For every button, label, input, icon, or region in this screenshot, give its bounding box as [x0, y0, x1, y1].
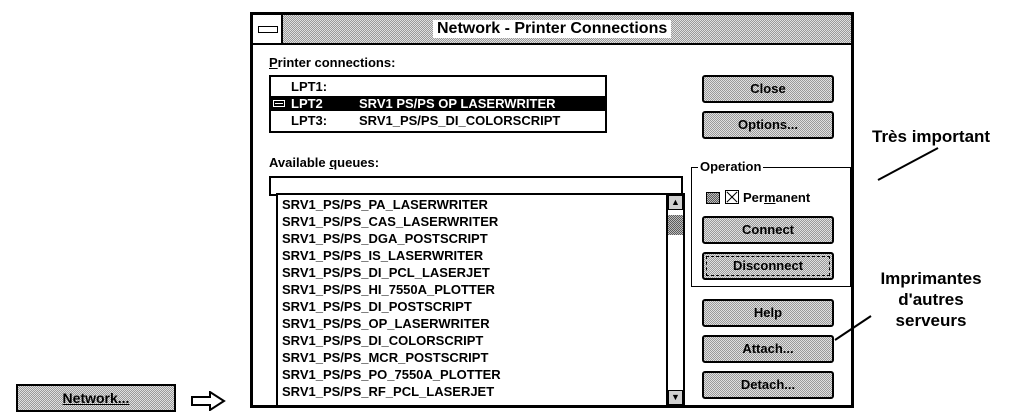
- detach-button[interactable]: Detach...: [702, 371, 834, 399]
- list-item[interactable]: SRV1_PS/PS_CAS_LASERWRITER: [282, 214, 498, 230]
- printer-connections-list[interactable]: LPT1: LPT2 SRV1 PS/PS OP LASERWRITER LPT…: [269, 75, 607, 133]
- list-item[interactable]: SRV1_PS/PS_DI_PCL_LASERJET: [282, 265, 490, 281]
- operation-group-title: Operation: [698, 159, 764, 174]
- connection-row[interactable]: LPT1:: [271, 79, 605, 94]
- scroll-down-icon[interactable]: ▼: [668, 390, 683, 405]
- scroll-up-icon[interactable]: ▲: [668, 195, 683, 210]
- list-item[interactable]: SRV1_PS/PS_HI_7550A_PLOTTER: [282, 282, 495, 298]
- close-button[interactable]: Close: [702, 75, 834, 103]
- checkbox-icon[interactable]: [725, 190, 739, 204]
- system-menu-icon[interactable]: [253, 15, 283, 43]
- list-item[interactable]: SRV1_PS/PS_DI_COLORSCRIPT: [282, 333, 483, 349]
- list-item[interactable]: SRV1_PS/PS_IS_LASERWRITER: [282, 248, 483, 264]
- list-item[interactable]: SRV1_PS/PS_PO_7550A_PLOTTER: [282, 367, 501, 383]
- attach-button[interactable]: Attach...: [702, 335, 834, 363]
- scroll-thumb[interactable]: [668, 215, 683, 235]
- list-item[interactable]: SRV1_PS/PS_DI_POSTSCRIPT: [282, 299, 472, 315]
- disconnect-button[interactable]: Disconnect: [702, 252, 834, 280]
- window-title: Network - Printer Connections: [433, 20, 672, 38]
- network-button[interactable]: Network...: [16, 384, 176, 412]
- title-bar[interactable]: Network - Printer Connections: [253, 15, 851, 45]
- available-queues-label: Available queues:: [269, 155, 380, 170]
- options-button[interactable]: Options...: [702, 111, 834, 139]
- connection-row-selected[interactable]: LPT2 SRV1 PS/PS OP LASERWRITER: [271, 96, 605, 111]
- annotation-other-servers: Imprimantes d'autres serveurs: [880, 269, 982, 330]
- permanent-checkbox-label[interactable]: Permanent: [743, 190, 810, 205]
- connect-button[interactable]: Connect: [702, 216, 834, 244]
- list-item[interactable]: SRV1_PS/PS_RF_PCL_LASERJET: [282, 384, 494, 400]
- vertical-scrollbar[interactable]: ▲ ▼: [666, 195, 683, 405]
- list-item[interactable]: SRV1_PS/PS_MCR_POSTSCRIPT: [282, 350, 488, 366]
- right-arrow-icon: [191, 391, 226, 411]
- available-queues-list[interactable]: SRV1_PS/PS_PA_LASERWRITER SRV1_PS/PS_CAS…: [276, 193, 685, 407]
- printer-connections-label: Printer connections:: [269, 55, 396, 70]
- permanent-indicator-icon: [706, 192, 720, 204]
- list-item[interactable]: SRV1_PS/PS_DGA_POSTSCRIPT: [282, 231, 488, 247]
- printer-port-icon: [273, 100, 285, 107]
- connection-row[interactable]: LPT3: SRV1_PS/PS_DI_COLORSCRIPT: [271, 113, 605, 128]
- list-item[interactable]: SRV1_PS/PS_OP_LASERWRITER: [282, 316, 490, 332]
- operation-group: Operation Permanent Connect Disconnect: [691, 159, 851, 287]
- list-item[interactable]: SRV1_PS/PS_PA_LASERWRITER: [282, 197, 488, 213]
- help-button[interactable]: Help: [702, 299, 834, 327]
- annotation-important: Très important: [872, 127, 991, 146]
- printer-connections-dialog: Network - Printer Connections Printer co…: [250, 12, 854, 408]
